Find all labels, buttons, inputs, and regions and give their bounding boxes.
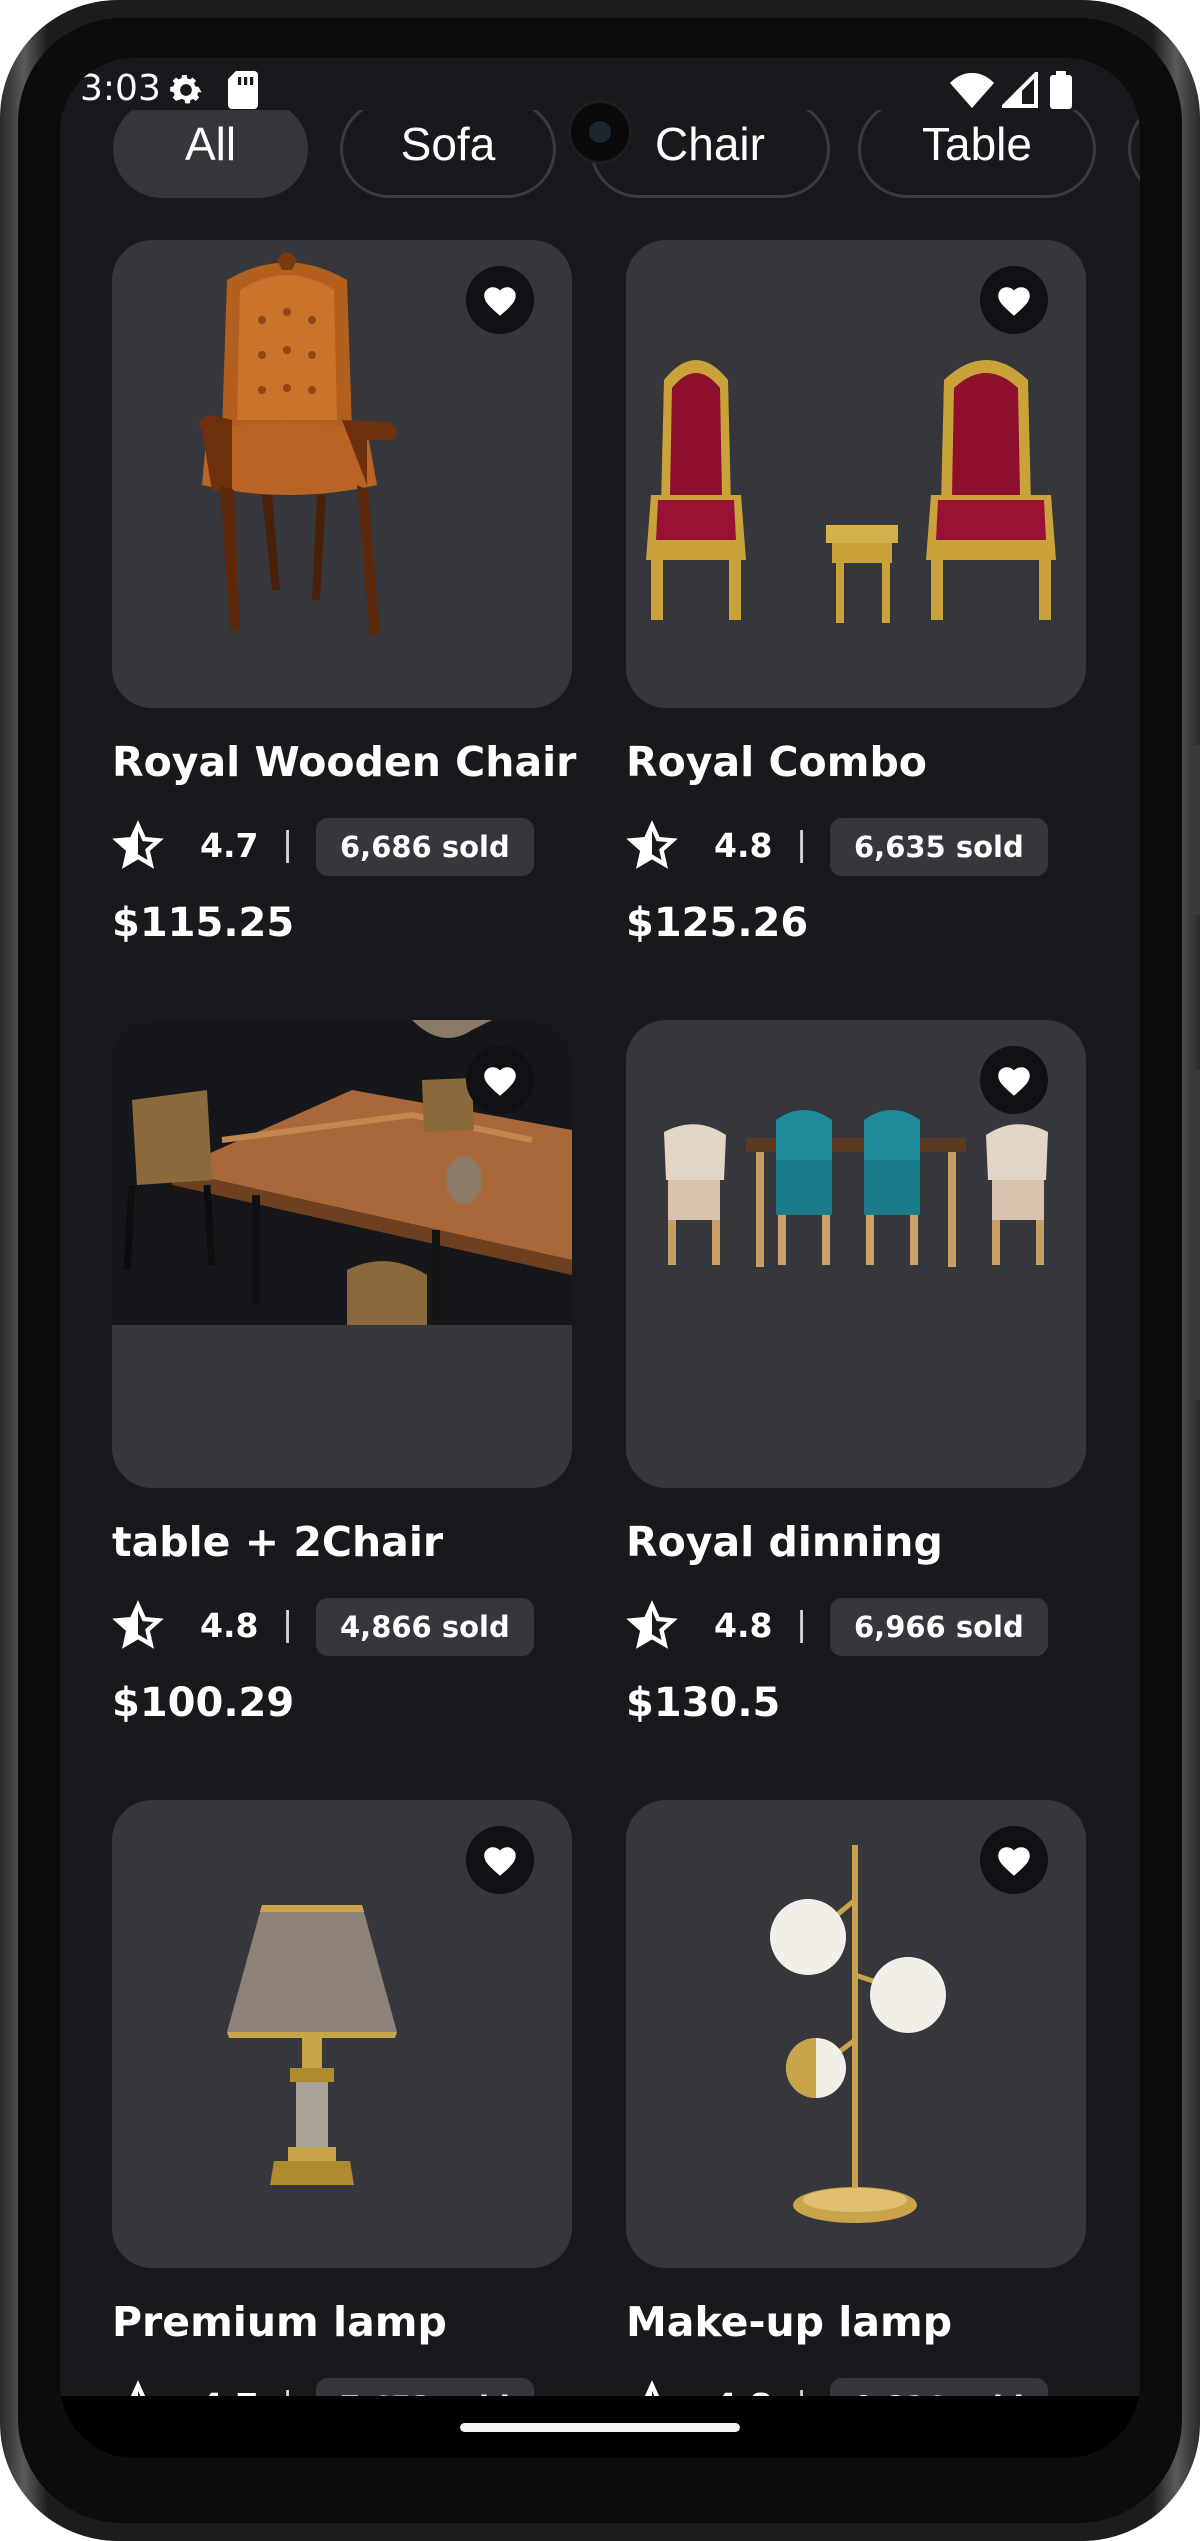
product-image[interactable] [112,1020,572,1488]
favorite-button[interactable] [980,266,1048,334]
half-star-icon [112,820,164,869]
volume-button [1192,745,1200,915]
signal-icon [1002,70,1038,110]
favorite-button[interactable] [466,1046,534,1114]
product-name: Premium lamp [112,2298,447,2346]
home-gesture-handle[interactable] [460,2423,740,2432]
gear-icon [166,70,206,110]
product-rating: 4.7 [200,826,259,865]
half-star-icon [626,820,678,869]
product-rating: 4.8 [714,1606,773,1645]
half-star-icon [112,1600,164,1649]
heart-icon [484,287,516,316]
product-image[interactable] [626,1800,1086,2268]
product-image[interactable] [112,240,572,708]
product-rating: 4.8 [200,1606,259,1645]
product-price: $130.5 [626,1680,781,1726]
product-rating: 4.8 [714,826,773,865]
favorite-button[interactable] [980,1826,1048,1894]
heart-icon [998,287,1030,316]
heart-icon [998,1847,1030,1876]
product-price: $125.26 [626,900,809,946]
product-price: $115.25 [112,900,295,946]
status-time: 3:03 [80,68,161,109]
product-meta: 4.7 | 6,686 sold [112,818,572,876]
phone-frame: All Sofa Chair Table 3:03 Royal Wooden C… [0,0,1200,2541]
product-name: Royal dinning [626,1518,943,1566]
product-meta: 4.8 | 4,866 sold [112,1598,572,1656]
app-screen: All Sofa Chair Table 3:03 Royal Wooden C… [60,58,1140,2458]
sim-card-icon [228,70,258,110]
meta-separator: | [796,824,808,863]
meta-separator: | [282,824,294,863]
meta-separator: | [796,1604,808,1643]
sold-badge: 4,866 sold [316,1598,534,1656]
power-button [1192,1070,1200,1400]
favorite-button[interactable] [980,1046,1048,1114]
product-price: $100.29 [112,1680,295,1726]
front-camera [568,100,632,164]
meta-separator: | [282,1604,294,1643]
favorite-button[interactable] [466,266,534,334]
battery-icon [1050,70,1072,110]
product-name: Royal Wooden Chair [112,738,577,786]
wifi-icon [950,70,994,110]
sold-badge: 6,635 sold [830,818,1048,876]
heart-icon [484,1067,516,1096]
product-meta: 4.8 | 6,635 sold [626,818,1086,876]
product-image[interactable] [112,1800,572,2268]
favorite-button[interactable] [466,1826,534,1894]
navigation-bar [60,2396,1140,2458]
product-image[interactable] [626,240,1086,708]
product-image[interactable] [626,1020,1086,1488]
sold-badge: 6,686 sold [316,818,534,876]
half-star-icon [626,1600,678,1649]
product-name: table + 2Chair [112,1518,444,1566]
product-name: Make-up lamp [626,2298,953,2346]
product-name: Royal Combo [626,738,927,786]
sold-badge: 6,966 sold [830,1598,1048,1656]
heart-icon [484,1847,516,1876]
heart-icon [998,1067,1030,1096]
product-meta: 4.8 | 6,966 sold [626,1598,1086,1656]
